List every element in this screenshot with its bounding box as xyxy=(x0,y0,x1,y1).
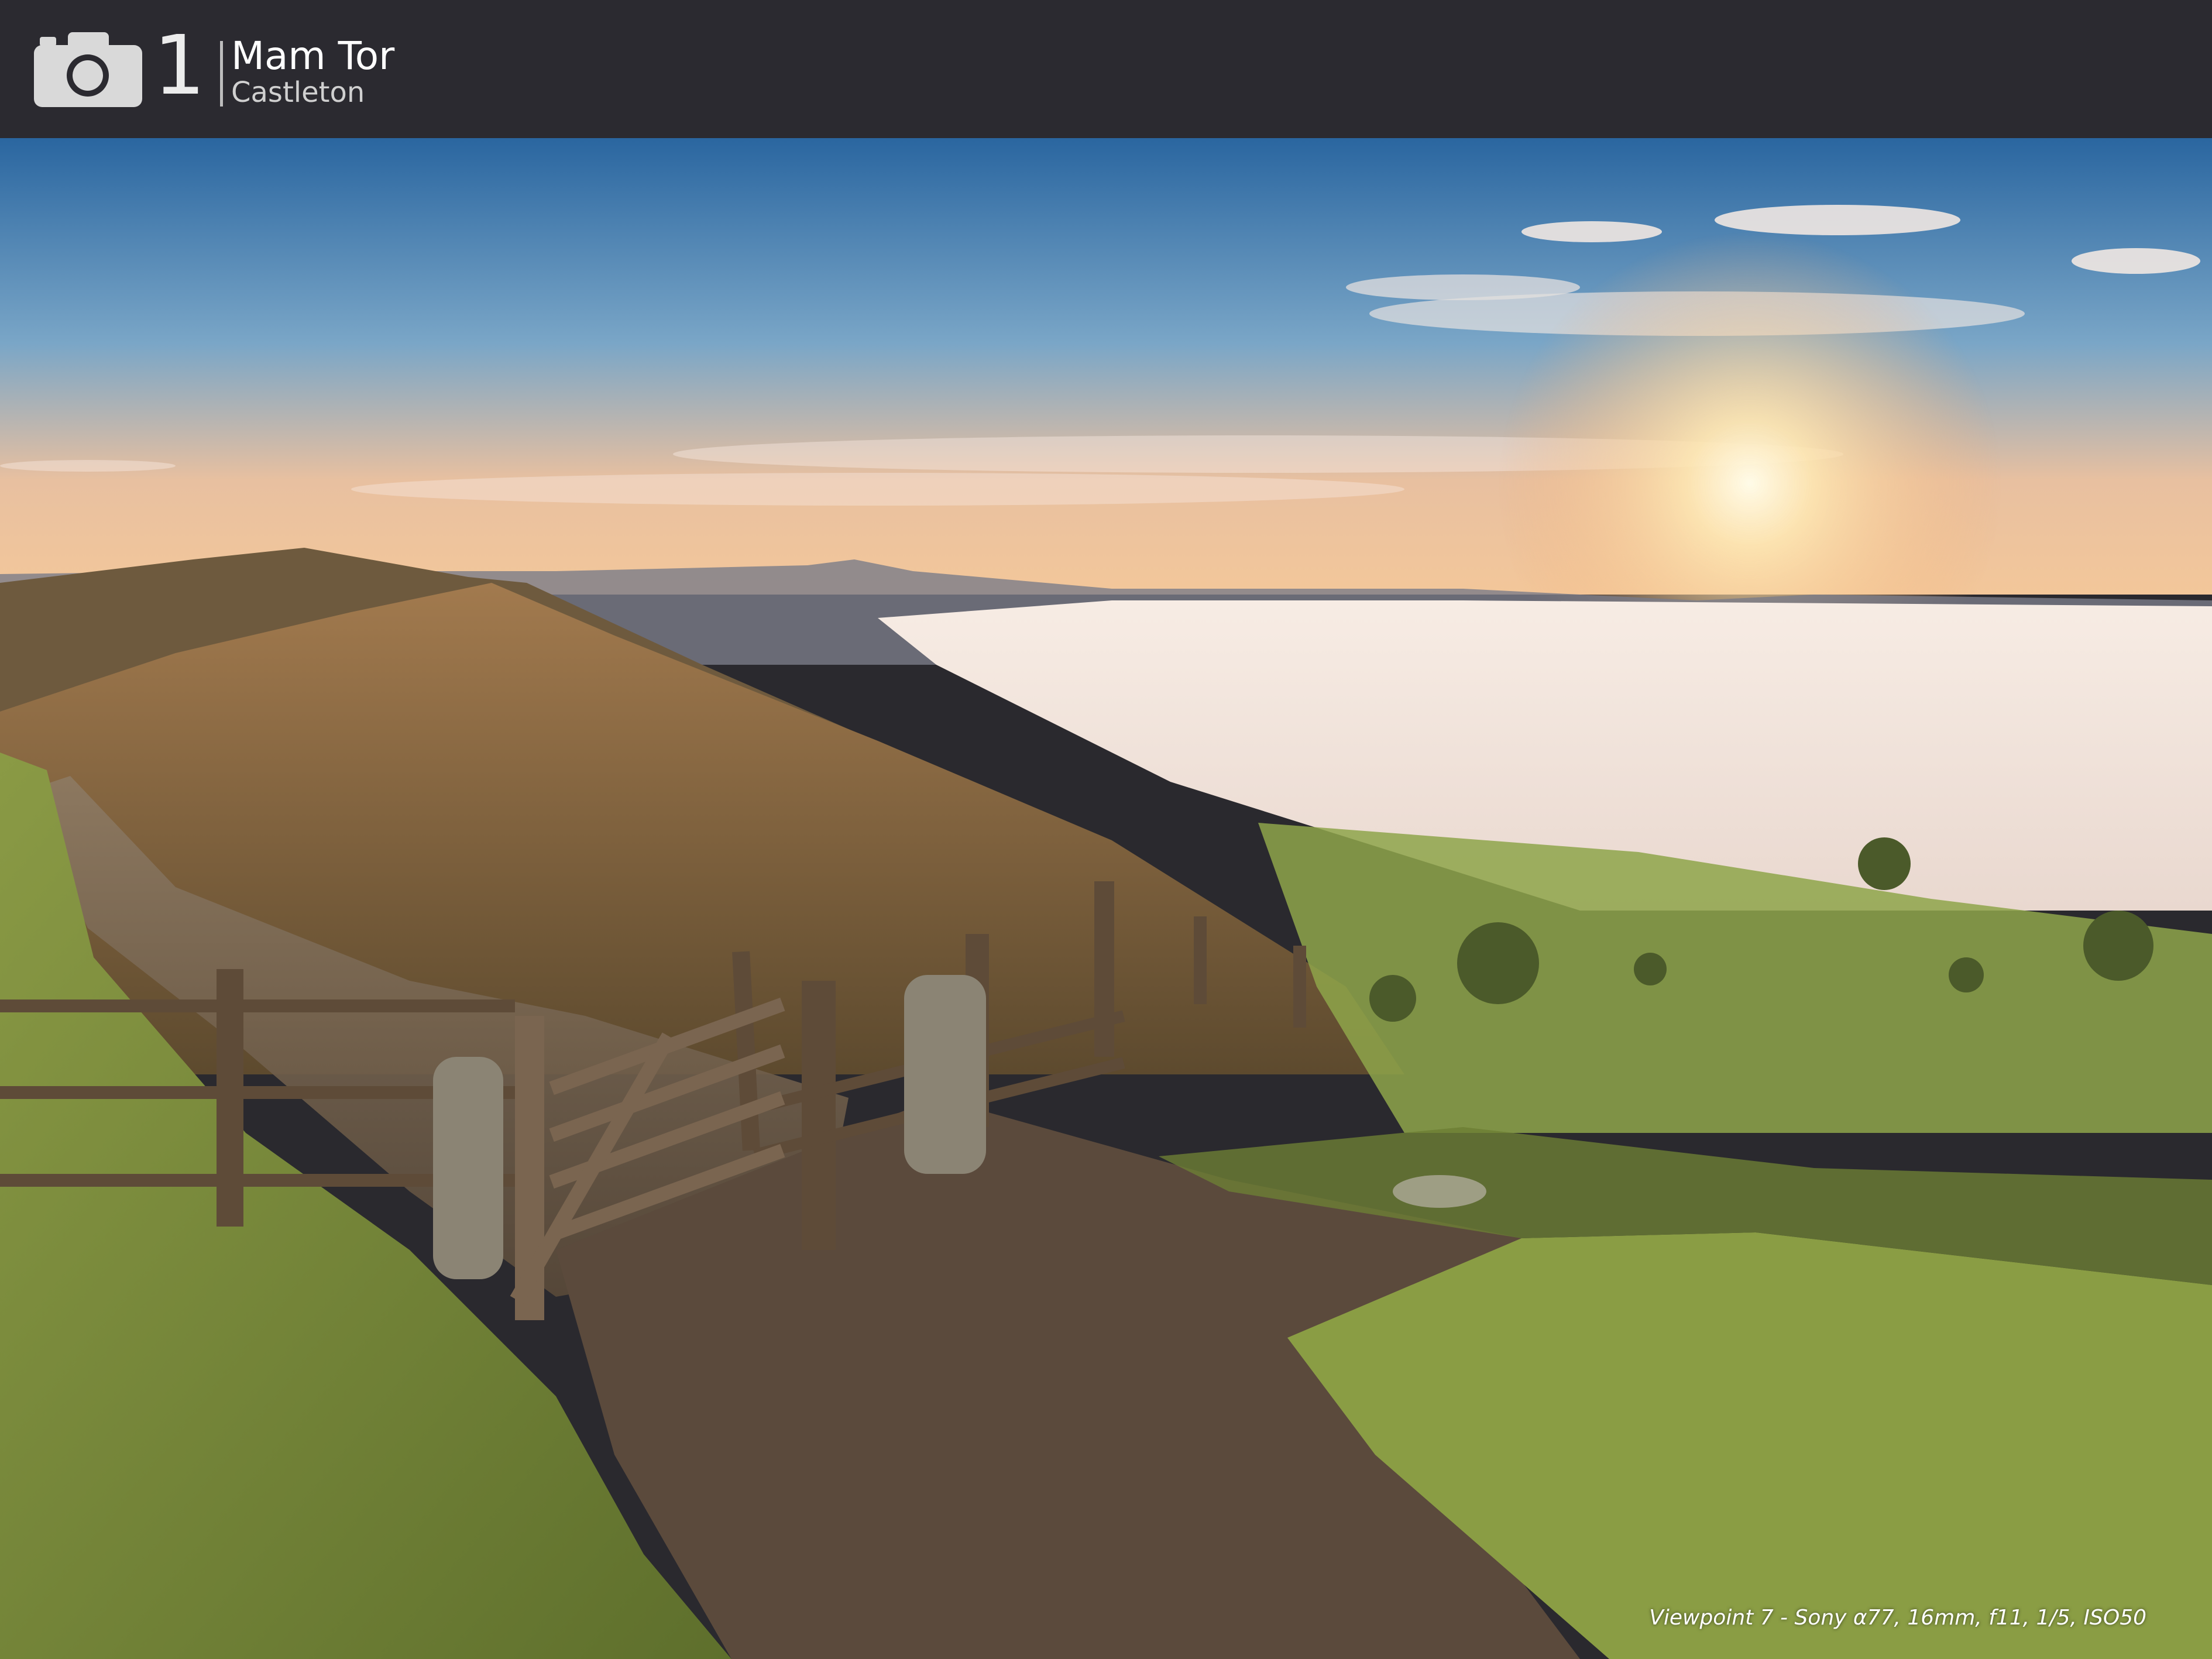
landscape-svg xyxy=(0,138,2212,1659)
place-title: Mam Tor xyxy=(231,33,395,78)
place-subtitle: Castleton xyxy=(231,76,365,109)
photo-caption: Viewpoint 7 - Sony α77, 16mm, f11, 1/5, … xyxy=(1649,1606,2146,1630)
divider xyxy=(220,41,223,107)
header-bar: 1 Mam Tor Castleton xyxy=(0,0,2212,138)
puddle xyxy=(1393,1175,1486,1208)
landscape-photo: Viewpoint 7 - Sony α77, 16mm, f11, 1/5, … xyxy=(0,138,2212,1659)
photo-number: 1 xyxy=(153,18,206,114)
camera-icon xyxy=(34,32,142,107)
